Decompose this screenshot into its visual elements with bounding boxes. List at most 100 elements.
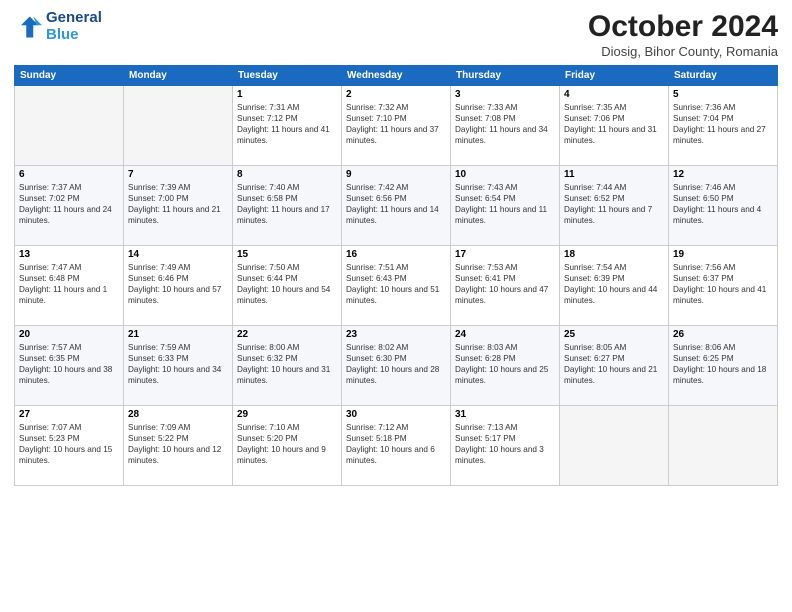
day-info: Sunrise: 7:35 AMSunset: 7:06 PMDaylight:…	[564, 102, 664, 146]
calendar-day-cell	[124, 86, 233, 166]
day-info: Sunrise: 7:32 AMSunset: 7:10 PMDaylight:…	[346, 102, 446, 146]
day-info: Sunrise: 7:49 AMSunset: 6:46 PMDaylight:…	[128, 262, 228, 306]
logo: General Blue	[14, 10, 102, 43]
day-number: 30	[346, 409, 446, 420]
day-number: 12	[673, 169, 773, 180]
day-info: Sunrise: 7:13 AMSunset: 5:17 PMDaylight:…	[455, 422, 555, 466]
day-info: Sunrise: 7:36 AMSunset: 7:04 PMDaylight:…	[673, 102, 773, 146]
day-number: 18	[564, 249, 664, 260]
day-info: Sunrise: 7:42 AMSunset: 6:56 PMDaylight:…	[346, 182, 446, 226]
day-number: 25	[564, 329, 664, 340]
day-info: Sunrise: 7:57 AMSunset: 6:35 PMDaylight:…	[19, 342, 119, 386]
calendar-day-cell: 26 Sunrise: 8:06 AMSunset: 6:25 PMDayligh…	[669, 326, 778, 406]
logo-icon	[14, 13, 42, 41]
day-info: Sunrise: 7:33 AMSunset: 7:08 PMDaylight:…	[455, 102, 555, 146]
calendar-week-row: 13 Sunrise: 7:47 AMSunset: 6:48 PMDayligh…	[15, 246, 778, 326]
day-info: Sunrise: 7:44 AMSunset: 6:52 PMDaylight:…	[564, 182, 664, 226]
calendar-day-cell: 22Sunrise: 8:00 AMSunset: 6:32 PMDayligh…	[233, 326, 342, 406]
calendar-week-row: 20 Sunrise: 7:57 AMSunset: 6:35 PMDayligh…	[15, 326, 778, 406]
day-info: Sunrise: 8:06 AMSunset: 6:25 PMDaylight:…	[673, 342, 773, 386]
day-info: Sunrise: 8:02 AMSunset: 6:30 PMDaylight:…	[346, 342, 446, 386]
calendar-table: SundayMondayTuesdayWednesdayThursdayFrid…	[14, 65, 778, 486]
day-number: 4	[564, 89, 664, 100]
logo-line1: General	[46, 10, 102, 27]
day-info: Sunrise: 7:56 AMSunset: 6:37 PMDaylight:…	[673, 262, 773, 306]
calendar-day-cell: 1Sunrise: 7:31 AMSunset: 7:12 PMDaylight…	[233, 86, 342, 166]
day-info: Sunrise: 8:00 AMSunset: 6:32 PMDaylight:…	[237, 342, 337, 386]
calendar-day-cell: 31 Sunrise: 7:13 AMSunset: 5:17 PMDayligh…	[451, 406, 560, 486]
calendar-day-cell: 11Sunrise: 7:44 AMSunset: 6:52 PMDayligh…	[560, 166, 669, 246]
day-number: 6	[19, 169, 119, 180]
calendar-day-cell: 9 Sunrise: 7:42 AMSunset: 6:56 PMDaylight…	[342, 166, 451, 246]
calendar-day-cell: 6Sunrise: 7:37 AMSunset: 7:02 PMDaylight…	[15, 166, 124, 246]
weekday-header-saturday: Saturday	[669, 66, 778, 86]
calendar-day-cell: 7 Sunrise: 7:39 AMSunset: 7:00 PMDaylight…	[124, 166, 233, 246]
day-info: Sunrise: 7:39 AMSunset: 7:00 PMDaylight:…	[128, 182, 228, 226]
day-number: 20	[19, 329, 119, 340]
day-number: 2	[346, 89, 446, 100]
weekday-header-sunday: Sunday	[15, 66, 124, 86]
day-info: Sunrise: 7:07 AMSunset: 5:23 PMDaylight:…	[19, 422, 119, 466]
logo-text: General Blue	[46, 10, 102, 43]
title-block: October 2024 Diosig, Bihor County, Roman…	[588, 10, 778, 59]
day-number: 29	[237, 409, 337, 420]
day-number: 16	[346, 249, 446, 260]
day-number: 3	[455, 89, 555, 100]
day-info: Sunrise: 7:46 AMSunset: 6:50 PMDaylight:…	[673, 182, 773, 226]
day-number: 13	[19, 249, 119, 260]
calendar-day-cell: 21Sunrise: 7:59 AMSunset: 6:33 PMDayligh…	[124, 326, 233, 406]
day-number: 26	[673, 329, 773, 340]
calendar-day-cell: 23 Sunrise: 8:02 AMSunset: 6:30 PMDayligh…	[342, 326, 451, 406]
calendar-day-cell: 10Sunrise: 7:43 AMSunset: 6:54 PMDayligh…	[451, 166, 560, 246]
month-title: October 2024	[588, 10, 778, 44]
weekday-header-row: SundayMondayTuesdayWednesdayThursdayFrid…	[15, 66, 778, 86]
day-info: Sunrise: 7:54 AMSunset: 6:39 PMDaylight:…	[564, 262, 664, 306]
calendar-day-cell: 2 Sunrise: 7:32 AMSunset: 7:10 PMDaylight…	[342, 86, 451, 166]
calendar-day-cell: 20 Sunrise: 7:57 AMSunset: 6:35 PMDayligh…	[15, 326, 124, 406]
day-info: Sunrise: 7:53 AMSunset: 6:41 PMDaylight:…	[455, 262, 555, 306]
day-number: 31	[455, 409, 555, 420]
day-number: 7	[128, 169, 228, 180]
calendar-day-cell: 28Sunrise: 7:09 AMSunset: 5:22 PMDayligh…	[124, 406, 233, 486]
day-number: 14	[128, 249, 228, 260]
day-number: 19	[673, 249, 773, 260]
day-number: 9	[346, 169, 446, 180]
calendar-day-cell	[15, 86, 124, 166]
calendar-day-cell: 27 Sunrise: 7:07 AMSunset: 5:23 PMDayligh…	[15, 406, 124, 486]
calendar-day-cell: 4 Sunrise: 7:35 AMSunset: 7:06 PMDaylight…	[560, 86, 669, 166]
calendar-day-cell: 29 Sunrise: 7:10 AMSunset: 5:20 PMDayligh…	[233, 406, 342, 486]
calendar-week-row: 1Sunrise: 7:31 AMSunset: 7:12 PMDaylight…	[15, 86, 778, 166]
day-number: 1	[237, 89, 337, 100]
day-info: Sunrise: 7:40 AMSunset: 6:58 PMDaylight:…	[237, 182, 337, 226]
calendar-week-row: 6Sunrise: 7:37 AMSunset: 7:02 PMDaylight…	[15, 166, 778, 246]
page: General Blue October 2024 Diosig, Bihor …	[0, 0, 792, 612]
day-number: 8	[237, 169, 337, 180]
day-info: Sunrise: 7:10 AMSunset: 5:20 PMDaylight:…	[237, 422, 337, 466]
day-number: 27	[19, 409, 119, 420]
calendar-day-cell: 13 Sunrise: 7:47 AMSunset: 6:48 PMDayligh…	[15, 246, 124, 326]
calendar-day-cell: 15Sunrise: 7:50 AMSunset: 6:44 PMDayligh…	[233, 246, 342, 326]
day-info: Sunrise: 7:47 AMSunset: 6:48 PMDaylight:…	[19, 262, 119, 306]
weekday-header-tuesday: Tuesday	[233, 66, 342, 86]
day-info: Sunrise: 7:59 AMSunset: 6:33 PMDaylight:…	[128, 342, 228, 386]
calendar-day-cell: 3 Sunrise: 7:33 AMSunset: 7:08 PMDaylight…	[451, 86, 560, 166]
day-number: 5	[673, 89, 773, 100]
calendar-day-cell: 24 Sunrise: 8:03 AMSunset: 6:28 PMDayligh…	[451, 326, 560, 406]
calendar-day-cell: 30 Sunrise: 7:12 AMSunset: 5:18 PMDayligh…	[342, 406, 451, 486]
calendar-day-cell	[669, 406, 778, 486]
weekday-header-friday: Friday	[560, 66, 669, 86]
day-info: Sunrise: 7:12 AMSunset: 5:18 PMDaylight:…	[346, 422, 446, 466]
logo-line2: Blue	[46, 27, 102, 44]
day-number: 15	[237, 249, 337, 260]
day-number: 24	[455, 329, 555, 340]
day-number: 23	[346, 329, 446, 340]
calendar-day-cell: 25 Sunrise: 8:05 AMSunset: 6:27 PMDayligh…	[560, 326, 669, 406]
calendar-day-cell: 18 Sunrise: 7:54 AMSunset: 6:39 PMDayligh…	[560, 246, 669, 326]
calendar-day-cell: 8 Sunrise: 7:40 AMSunset: 6:58 PMDaylight…	[233, 166, 342, 246]
day-info: Sunrise: 7:43 AMSunset: 6:54 PMDaylight:…	[455, 182, 555, 226]
day-info: Sunrise: 7:51 AMSunset: 6:43 PMDaylight:…	[346, 262, 446, 306]
day-info: Sunrise: 8:03 AMSunset: 6:28 PMDaylight:…	[455, 342, 555, 386]
weekday-header-monday: Monday	[124, 66, 233, 86]
day-number: 17	[455, 249, 555, 260]
day-info: Sunrise: 8:05 AMSunset: 6:27 PMDaylight:…	[564, 342, 664, 386]
